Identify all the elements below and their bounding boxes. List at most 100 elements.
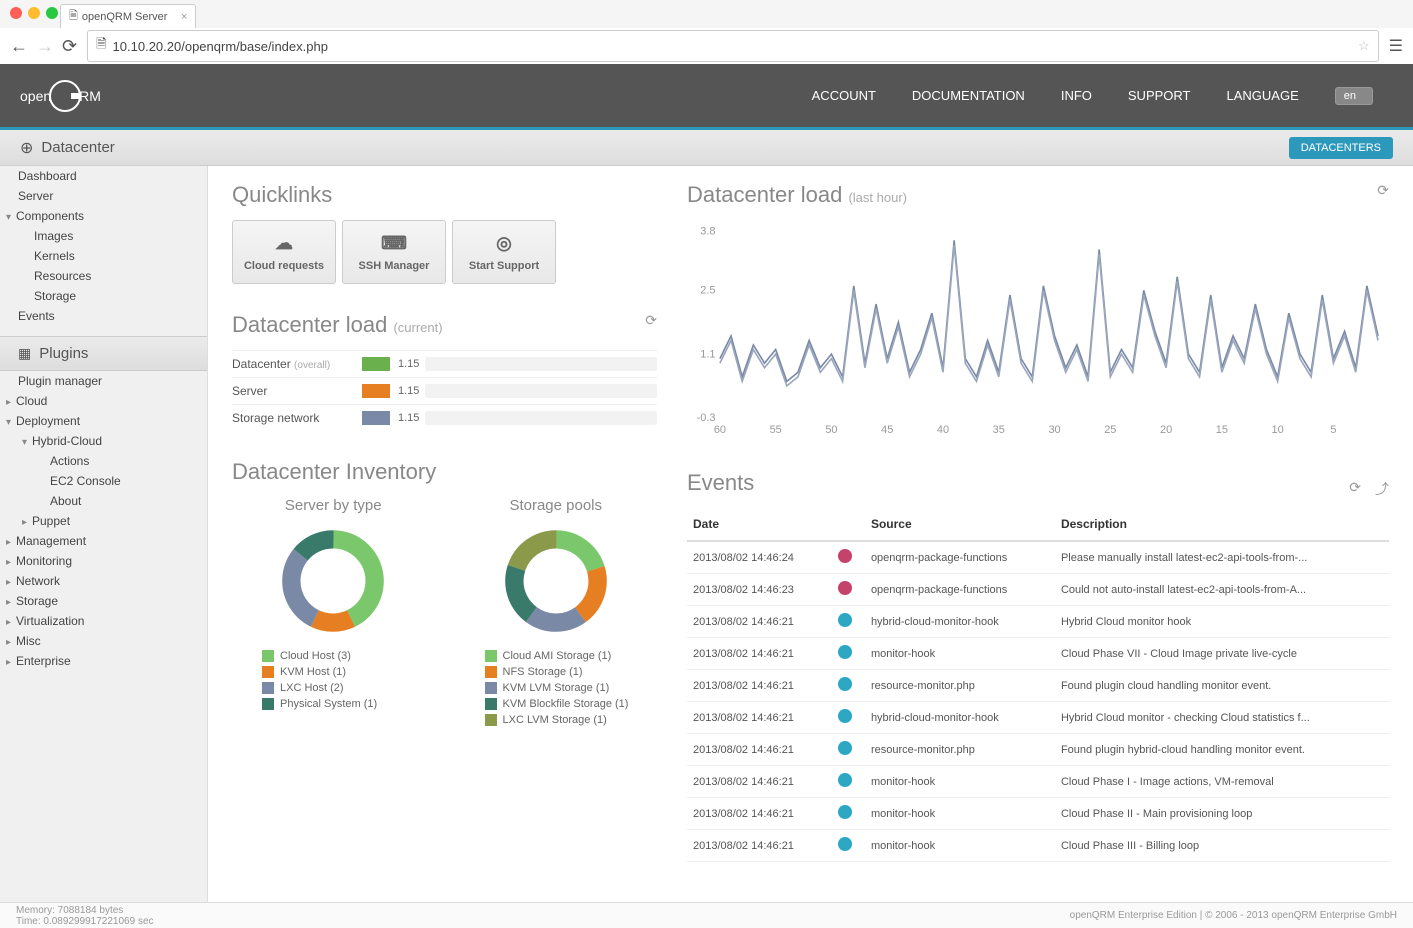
legend-item: Physical System (1) <box>262 696 435 712</box>
load-line-chart: -0.31.12.53.860555045403530252015105 <box>687 220 1389 440</box>
status-dot-icon <box>838 581 852 595</box>
footer: Memory: 7088184 bytes Time: 0.0892999172… <box>0 902 1413 928</box>
main-content: Quicklinks ☁Cloud requests⌨SSH Manager◎S… <box>208 166 1413 902</box>
server-by-type-title: Server by type <box>232 497 435 514</box>
table-row[interactable]: 2013/08/02 14:46:23openqrm-package-funct… <box>687 574 1389 606</box>
table-row[interactable]: 2013/08/02 14:46:21hybrid-cloud-monitor-… <box>687 702 1389 734</box>
status-dot-icon <box>838 773 852 787</box>
maximize-window-icon[interactable] <box>46 7 58 19</box>
table-row[interactable]: 2013/08/02 14:46:21resource-monitor.phpF… <box>687 670 1389 702</box>
browser-menu-icon[interactable]: ☰ <box>1389 36 1403 56</box>
back-button[interactable]: ← <box>10 36 28 57</box>
grid-icon <box>18 345 31 362</box>
table-row[interactable]: 2013/08/02 14:46:21monitor-hookCloud Pha… <box>687 638 1389 670</box>
svg-text:60: 60 <box>714 424 726 436</box>
table-row[interactable]: 2013/08/02 14:46:21monitor-hookCloud Pha… <box>687 830 1389 862</box>
window-controls[interactable] <box>10 7 58 19</box>
refresh-icon[interactable]: ⟳ <box>645 312 657 329</box>
browser-tab[interactable]: 🗎 openQRM Server × <box>60 4 196 28</box>
nav-documentation[interactable]: DOCUMENTATION <box>912 88 1025 103</box>
sidebar-item[interactable]: Events <box>0 306 207 326</box>
table-row[interactable]: 2013/08/02 14:46:21monitor-hookCloud Pha… <box>687 766 1389 798</box>
nav-account[interactable]: ACCOUNT <box>812 88 876 103</box>
legend-item: Cloud AMI Storage (1) <box>485 648 658 664</box>
storage-donut-chart <box>501 526 611 636</box>
table-header: Source <box>865 508 1055 541</box>
sidebar-item[interactable]: Management <box>0 531 207 551</box>
footer-copyright: openQRM Enterprise Edition | © 2006 - 20… <box>1070 910 1397 921</box>
svg-text:35: 35 <box>993 424 1005 436</box>
quicklink-button[interactable]: ◎Start Support <box>452 220 556 284</box>
top-nav: open RM ACCOUNT DOCUMENTATION INFO SUPPO… <box>0 64 1413 130</box>
quicklink-button[interactable]: ⌨SSH Manager <box>342 220 446 284</box>
sidebar-item[interactable]: Puppet <box>0 511 207 531</box>
globe-icon <box>20 138 33 158</box>
sidebar-item[interactable]: Components <box>0 206 207 226</box>
nav-support[interactable]: SUPPORT <box>1128 88 1191 103</box>
svg-text:10: 10 <box>1272 424 1284 436</box>
sidebar-item[interactable]: Cloud <box>0 391 207 411</box>
svg-text:50: 50 <box>825 424 837 436</box>
datacenter-load-chart-title: Datacenter load (last hour) ⟳ <box>687 182 1389 208</box>
sidebar-item[interactable]: Monitoring <box>0 551 207 571</box>
load-row: Server 1.15 <box>232 377 657 404</box>
legend-item: KVM LVM Storage (1) <box>485 680 658 696</box>
sidebar-item[interactable]: Network <box>0 571 207 591</box>
sidebar-item[interactable]: Storage <box>0 591 207 611</box>
sidebar-item[interactable]: Storage <box>0 286 207 306</box>
table-row[interactable]: 2013/08/02 14:46:21monitor-hookCloud Pha… <box>687 798 1389 830</box>
sidebar-item[interactable]: Server <box>0 186 207 206</box>
expand-icon[interactable]: ⤴ <box>1375 479 1389 499</box>
section-title: Datacenter <box>41 139 114 156</box>
sidebar-item[interactable]: Deployment <box>0 411 207 431</box>
load-row: Datacenter (overall)1.15 <box>232 350 657 377</box>
language-select[interactable]: en <box>1335 87 1373 105</box>
close-tab-icon[interactable]: × <box>181 11 187 23</box>
sidebar-item[interactable]: Misc <box>0 631 207 651</box>
nav-info[interactable]: INFO <box>1061 88 1092 103</box>
site-icon: 🗎 <box>96 35 106 57</box>
forward-button[interactable]: → <box>36 36 54 57</box>
inventory-title: Datacenter Inventory <box>232 459 657 485</box>
refresh-icon[interactable]: ⟳ <box>1377 182 1389 199</box>
close-window-icon[interactable] <box>10 7 22 19</box>
nav-language-label: LANGUAGE <box>1227 88 1299 103</box>
sidebar-item[interactable]: Resources <box>0 266 207 286</box>
status-dot-icon <box>838 709 852 723</box>
svg-text:20: 20 <box>1160 424 1172 436</box>
sidebar-item[interactable]: Hybrid-Cloud <box>0 431 207 451</box>
sidebar-item[interactable]: Images <box>0 226 207 246</box>
svg-text:1.1: 1.1 <box>700 348 715 360</box>
refresh-icon[interactable]: ⟳ <box>1349 479 1361 499</box>
svg-text:45: 45 <box>881 424 893 436</box>
minimize-window-icon[interactable] <box>28 7 40 19</box>
sidebar-item[interactable]: Actions <box>0 451 207 471</box>
sidebar-item[interactable]: About <box>0 491 207 511</box>
events-title: Events <box>687 470 754 496</box>
table-row[interactable]: 2013/08/02 14:46:24openqrm-package-funct… <box>687 541 1389 574</box>
status-dot-icon <box>838 741 852 755</box>
svg-text:15: 15 <box>1216 424 1228 436</box>
svg-text:-0.3: -0.3 <box>697 412 716 424</box>
table-row[interactable]: 2013/08/02 14:46:21hybrid-cloud-monitor-… <box>687 606 1389 638</box>
status-dot-icon <box>838 613 852 627</box>
reload-button[interactable]: ⟳ <box>62 36 77 57</box>
bookmark-icon[interactable]: ☆ <box>1358 38 1370 54</box>
address-bar[interactable]: 🗎 10.10.20.20/openqrm/base/index.php ☆ <box>87 30 1379 62</box>
sidebar-item[interactable]: Dashboard <box>0 166 207 186</box>
sidebar-item[interactable]: Virtualization <box>0 611 207 631</box>
datacenters-button[interactable]: DATACENTERS <box>1289 137 1393 159</box>
sidebar-item[interactable]: Enterprise <box>0 651 207 671</box>
sidebar-item[interactable]: Kernels <box>0 246 207 266</box>
quicklink-icon: ⌨ <box>381 233 407 254</box>
table-row[interactable]: 2013/08/02 14:46:21resource-monitor.phpF… <box>687 734 1389 766</box>
quicklink-button[interactable]: ☁Cloud requests <box>232 220 336 284</box>
sidebar-item[interactable]: Plugin manager <box>0 371 207 391</box>
browser-chrome: 🗎 openQRM Server × ← → ⟳ 🗎 10.10.20.20/o… <box>0 0 1413 64</box>
svg-text:30: 30 <box>1048 424 1060 436</box>
status-dot-icon <box>838 805 852 819</box>
logo[interactable]: open RM <box>20 80 101 112</box>
sidebar-item[interactable]: EC2 Console <box>0 471 207 491</box>
load-current-title: Datacenter load (current) ⟳ <box>232 312 657 338</box>
svg-text:25: 25 <box>1104 424 1116 436</box>
